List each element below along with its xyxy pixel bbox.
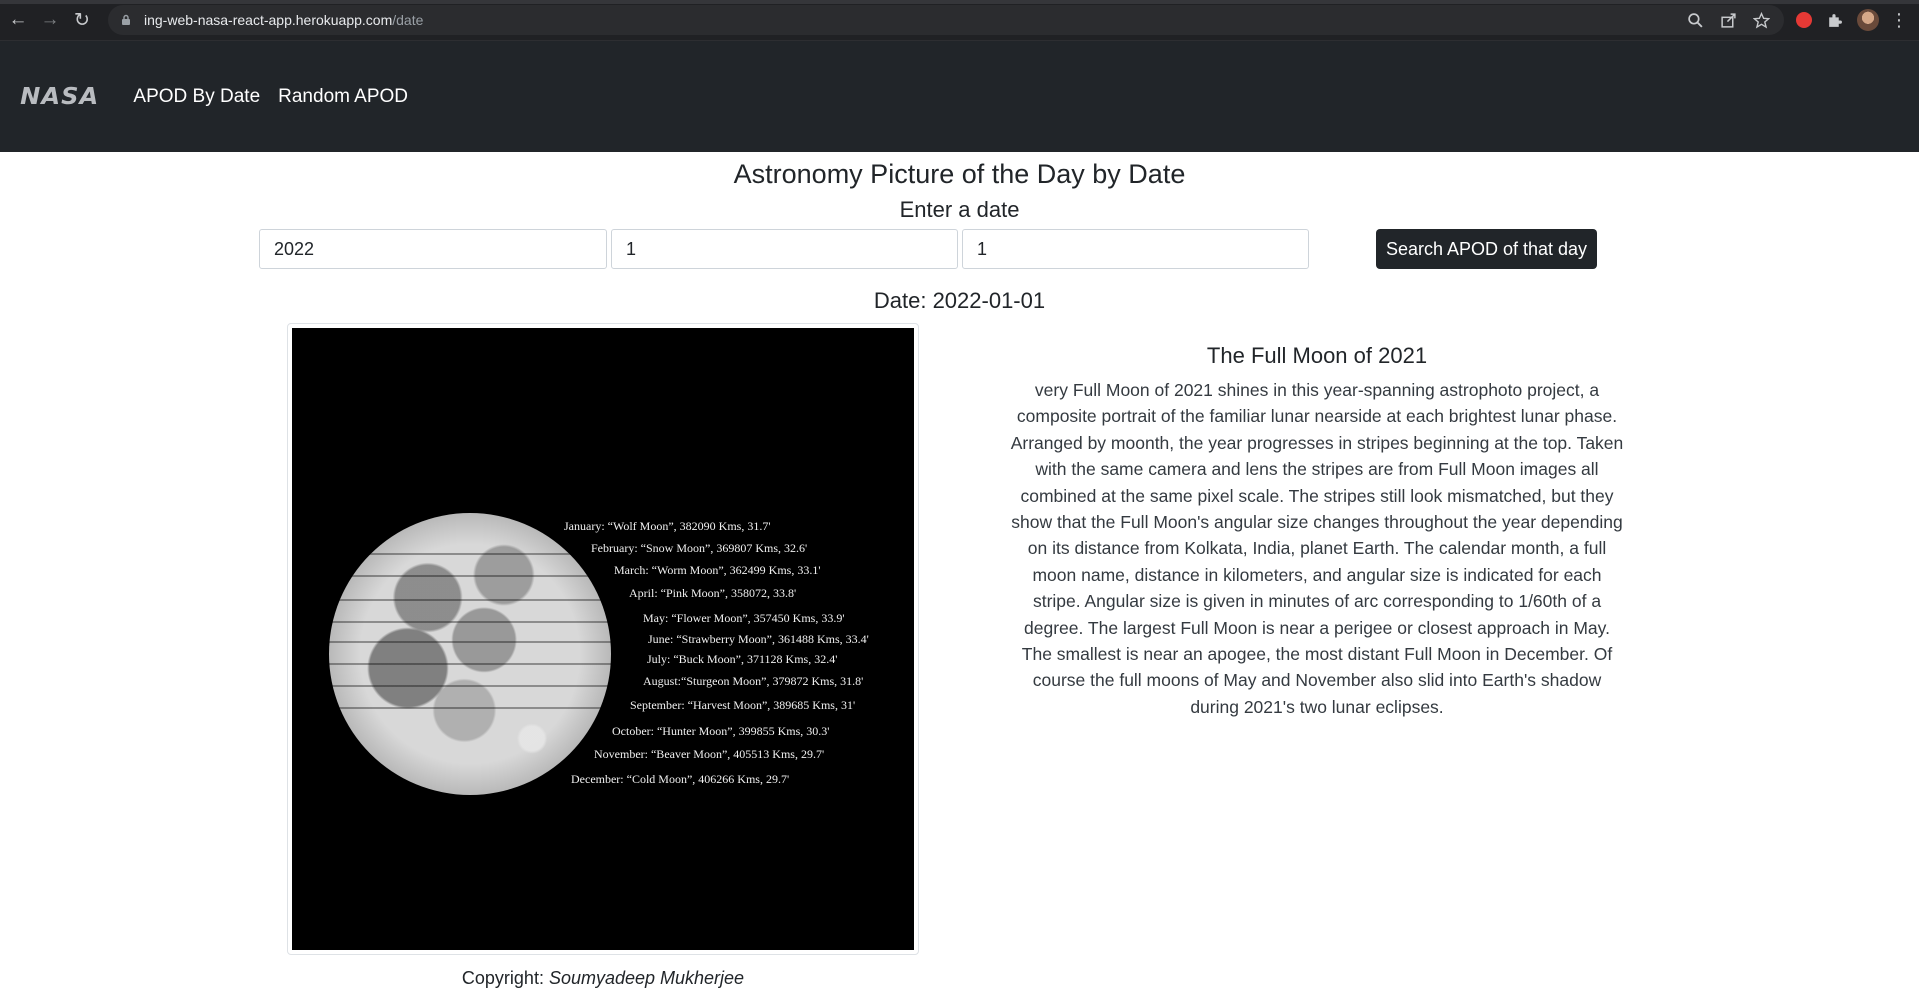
apod-title: The Full Moon of 2021 (1206, 343, 1428, 368)
moon-label: July: “Buck Moon”, 371128 Kms, 32.4' (647, 652, 838, 666)
url-path: /date (392, 12, 424, 28)
back-icon[interactable]: ← (4, 6, 32, 34)
moon-label: February: “Snow Moon”, 369807 Kms, 32.6' (591, 541, 808, 555)
search-button[interactable]: Search APOD of that day (1376, 229, 1597, 269)
star-icon[interactable] (1753, 11, 1770, 29)
moon-label: December: “Cold Moon”, 406266 Kms, 29.7' (571, 772, 790, 786)
moon-label: September: “Harvest Moon”, 389685 Kms, 3… (630, 698, 856, 712)
extension-icon[interactable] (1796, 12, 1812, 28)
tab-strip (0, 0, 1919, 4)
forward-icon[interactable]: → (36, 6, 64, 34)
enter-date-label: Enter a date (899, 197, 1020, 222)
copyright: Copyright: Soumyadeep Mukherjee (287, 968, 919, 989)
moon-label: October: “Hunter Moon”, 399855 Kms, 30.3… (612, 724, 830, 738)
app-navbar: NASA APOD By Date Random APOD (0, 41, 1919, 152)
copyright-name: Soumyadeep Mukherjee (548, 968, 745, 988)
address-bar[interactable]: ing-web-nasa-react-app.herokuapp.com/dat… (108, 5, 1784, 35)
apod-explanation: very Full Moon of 2021 shines in this ye… (1010, 380, 1624, 717)
moon-label: June: “Strawberry Moon”, 361488 Kms, 33.… (648, 632, 869, 646)
apod-image: January: “Wolf Moon”, 382090 Kms, 31.7' … (287, 323, 919, 955)
nav-random-apod[interactable]: Random APOD (278, 86, 408, 108)
copyright-label: Copyright: (461, 968, 549, 988)
moon-label: November: “Beaver Moon”, 405513 Kms, 29.… (594, 747, 825, 761)
moon-label: March: “Worm Moon”, 362499 Kms, 33.1' (614, 563, 821, 577)
reload-icon[interactable]: ↻ (68, 6, 96, 34)
zoom-icon[interactable] (1687, 12, 1704, 29)
menu-icon[interactable]: ⋮ (1889, 10, 1909, 31)
profile-avatar[interactable] (1857, 9, 1879, 31)
year-input[interactable] (259, 229, 607, 269)
url-host: ing-web-nasa-react-app.herokuapp.com (144, 12, 393, 28)
moon-label: August:“Sturgeon Moon”, 379872 Kms, 31.8… (643, 674, 864, 688)
moon-labels: January: “Wolf Moon”, 382090 Kms, 31.7' … (292, 328, 914, 950)
puzzle-icon[interactable] (1826, 12, 1843, 29)
moon-composite-image: January: “Wolf Moon”, 382090 Kms, 31.7' … (292, 328, 914, 950)
day-input[interactable] (962, 229, 1309, 269)
nasa-logo[interactable]: NASA (20, 84, 99, 110)
selected-date: Date: 2022-01-01 (873, 288, 1046, 313)
moon-label: January: “Wolf Moon”, 382090 Kms, 31.7' (564, 519, 771, 533)
browser-toolbar: ← → ↻ ing-web-nasa-react-app.herokuapp.c… (0, 0, 1919, 41)
moon-label: May: “Flower Moon”, 357450 Kms, 33.9' (643, 611, 845, 625)
nav-apod-by-date[interactable]: APOD By Date (133, 86, 260, 108)
month-input[interactable] (611, 229, 958, 269)
share-icon[interactable] (1720, 12, 1737, 29)
lock-icon (122, 14, 130, 25)
main-content: Astronomy Picture of the Day by Date Ent… (0, 152, 1919, 1003)
page-title: Astronomy Picture of the Day by Date (733, 159, 1186, 189)
moon-label: April: “Pink Moon”, 358072, 33.8' (629, 586, 797, 600)
